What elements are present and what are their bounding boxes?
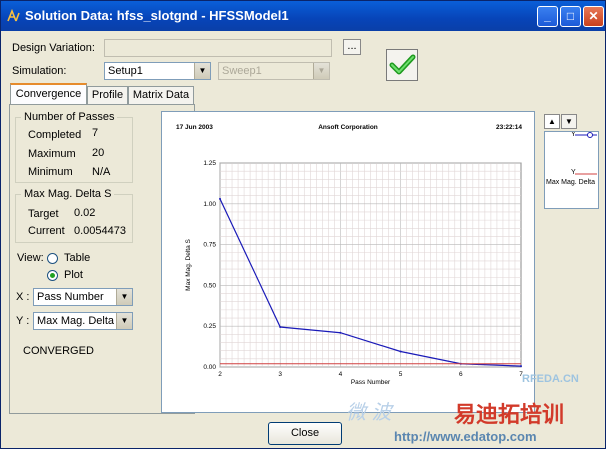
x-tick-label: 2 (218, 371, 222, 378)
setup-value: Setup1 (108, 65, 143, 77)
tab-matrix-data[interactable]: Matrix Data (128, 86, 194, 104)
watermark-url: http://www.edatop.com (394, 429, 537, 444)
chevron-down-icon: ▼ (313, 63, 329, 79)
y-axis-select[interactable]: Max Mag. Delta ▼ (33, 312, 133, 330)
y-axis-title: Max Mag. Delta S (185, 239, 192, 291)
x-axis-title: Pass Number (351, 379, 391, 386)
minimize-icon: _ (544, 9, 551, 23)
x-tick-label: 3 (278, 371, 282, 378)
convergence-point (219, 197, 221, 200)
x-axis-value: Pass Number (37, 291, 104, 303)
convergence-plot: 17 Jun 2003 Ansoft Corporation 23:22:14 0.0… (176, 124, 523, 386)
legend-item-2-label: Max Mag. Delta (546, 179, 595, 186)
watermark-rfeda: RFEDA.CN (522, 373, 579, 385)
design-variation-label: Design Variation: (12, 42, 95, 54)
max-mag-delta-s-label: Max Mag. Delta S (21, 188, 115, 200)
design-variation-field (104, 39, 332, 57)
number-of-passes-label: Number of Passes (21, 111, 118, 123)
convergence-status: CONVERGED (23, 345, 94, 357)
sweep-value: Sweep1 (222, 65, 262, 77)
simulation-label: Simulation: (12, 65, 67, 77)
tab-convergence[interactable]: Convergence (10, 83, 87, 105)
completed-label: Completed (28, 129, 82, 141)
chevron-down-icon: ▼ (116, 313, 132, 329)
x-axis-label: X : (16, 291, 30, 303)
converged-status-indicator (386, 49, 418, 81)
target-label: Target (28, 208, 59, 220)
y-tick-label: 0.00 (203, 364, 216, 371)
y-axis-value: Max Mag. Delta (37, 315, 115, 327)
x-axis-select[interactable]: Pass Number ▼ (33, 288, 133, 306)
plot-header-date: 17 Jun 2003 (176, 124, 213, 131)
convergence-point (279, 326, 282, 329)
chevron-down-icon: ▼ (194, 63, 210, 79)
y-tick-label: 0.75 (203, 242, 216, 249)
window-title: Solution Data: hfss_slotgnd - HFSSModel1 (25, 8, 289, 23)
watermark-chinese: 微 波 (346, 402, 392, 424)
view-plot-radio[interactable] (47, 270, 58, 281)
x-tick-label: 6 (459, 371, 463, 378)
y-tick-label: 1.25 (203, 160, 216, 167)
current-value: 0.0054473 (74, 225, 126, 237)
plot-header-company: Ansoft Corporation (318, 124, 378, 131)
maximum-value: 20 (92, 147, 105, 159)
target-value: 0.02 (74, 207, 96, 219)
legend-scroll-up-button[interactable]: ▲ (544, 114, 560, 129)
design-variation-browse-button[interactable]: ... (343, 39, 361, 55)
legend-marker-1 (587, 132, 593, 138)
x-tick-label: 4 (339, 371, 343, 378)
close-window-button[interactable]: ✕ (583, 6, 604, 27)
view-table-label: Table (64, 252, 91, 264)
setup-select[interactable]: Setup1 ▼ (104, 62, 211, 80)
convergence-point (399, 350, 402, 353)
close-button[interactable]: Close (268, 422, 342, 445)
plot-header-time: 23:22:14 (496, 124, 522, 131)
checkmark-icon (389, 54, 416, 75)
minimize-button[interactable]: _ (537, 6, 558, 27)
convergence-point (339, 331, 342, 334)
chevron-down-icon: ▼ (565, 117, 573, 126)
watermark-edatop-logo: 易迪拓培训 (454, 402, 565, 427)
completed-value: 7 (92, 127, 99, 139)
convergence-plot-frame: 17 Jun 2003 Ansoft Corporation 23:22:14 0.0… (161, 111, 535, 413)
maximum-label: Maximum (28, 148, 76, 160)
minimum-value: N/A (92, 166, 111, 178)
maximize-button[interactable]: □ (560, 6, 581, 27)
minimum-label: Minimum (28, 166, 73, 178)
close-icon: ✕ (588, 9, 599, 23)
legend-graphics: Y Y Max Mag. Delta (546, 131, 597, 186)
view-label: View: (17, 252, 44, 264)
y-tick-label: 0.25 (203, 323, 216, 330)
legend-scroll-down-button[interactable]: ▼ (561, 114, 577, 129)
view-table-radio[interactable] (47, 253, 58, 264)
current-label: Current (28, 225, 65, 237)
y-tick-label: 0.50 (203, 282, 216, 289)
chevron-down-icon: ▼ (116, 289, 132, 305)
tab-profile[interactable]: Profile (87, 86, 128, 104)
solution-data-window: Solution Data: hfss_slotgnd - HFSSModel1… (0, 0, 606, 449)
x-tick-label: 5 (399, 371, 403, 378)
chevron-up-icon: ▲ (548, 117, 556, 126)
plot-legend: Y Y Max Mag. Delta (544, 131, 599, 209)
title-bar[interactable]: Solution Data: hfss_slotgnd - HFSSModel1… (1, 1, 605, 31)
ansoft-app-icon (7, 9, 20, 22)
view-plot-label: Plot (64, 269, 83, 281)
y-axis-label: Y : (16, 315, 30, 327)
maximize-icon: □ (566, 9, 575, 23)
sweep-select: Sweep1 ▼ (218, 62, 330, 80)
convergence-point (520, 365, 522, 368)
legend-item-2-y: Y (571, 169, 576, 176)
y-tick-label: 1.00 (203, 201, 216, 208)
